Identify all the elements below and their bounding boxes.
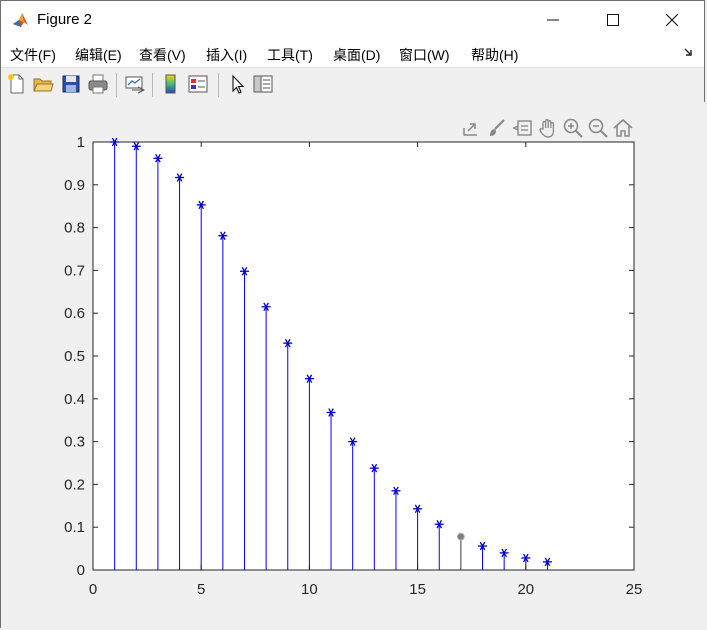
link-plot-icon[interactable] (124, 73, 146, 95)
y-tick-label: 0 (77, 562, 85, 579)
open-property-inspector-icon[interactable] (252, 73, 274, 95)
toolbar-separator (218, 73, 219, 97)
maximize-button[interactable] (590, 1, 636, 39)
menu-insert[interactable]: 插入(I) (206, 45, 247, 65)
y-tick-label: 0.9 (64, 177, 85, 194)
axes-box (92, 141, 635, 571)
y-tick-label: 0.3 (64, 434, 85, 451)
figure-window: Figure 2 文件(F) 编辑(E) 查看(V) 插入(I) 工具(T) 桌… (0, 0, 706, 628)
corner-arrow-icon[interactable] (684, 47, 694, 57)
menu-window[interactable]: 窗口(W) (399, 45, 450, 65)
y-tick-label: 0.6 (64, 305, 85, 322)
y-tick-label: 0.1 (64, 519, 85, 536)
open-file-icon[interactable] (32, 73, 54, 95)
title-bar[interactable]: Figure 2 (1, 1, 704, 39)
figure-canvas[interactable]: 0 5 10 15 20 25 0 0.1 0.2 0.3 0.4 0.5 0.6 0.7 0.8 0.9 1 (1, 102, 706, 628)
menu-desktop[interactable]: 桌面(D) (333, 45, 380, 65)
x-tick-label: 15 (409, 581, 426, 598)
menu-bar: 文件(F) 编辑(E) 查看(V) 插入(I) 工具(T) 桌面(D) 窗口(W… (1, 39, 704, 67)
y-tick-label: 1 (77, 134, 85, 151)
new-figure-icon[interactable] (6, 73, 28, 95)
stem-marker-highlighted[interactable] (456, 532, 465, 541)
y-tick-label: 0.2 (64, 476, 85, 493)
menu-edit[interactable]: 编辑(E) (75, 45, 122, 65)
close-icon (665, 13, 679, 27)
minimize-icon (547, 19, 559, 21)
minimize-button[interactable] (530, 1, 576, 39)
insert-colorbar-icon[interactable] (160, 73, 182, 95)
window-title: Figure 2 (37, 11, 93, 28)
x-tick-label: 20 (517, 581, 534, 598)
y-tick-label: 0.8 (64, 220, 85, 237)
menu-tools[interactable]: 工具(T) (267, 45, 313, 65)
stem-plot[interactable]: 0 5 10 15 20 25 0 0.1 0.2 0.3 0.4 0.5 0.6 0.7 0.8 0.9 1 (1, 102, 706, 628)
matlab-logo-icon (11, 10, 31, 30)
edit-plot-icon[interactable] (226, 73, 248, 95)
y-tick-label: 0.4 (64, 391, 85, 408)
menu-view[interactable]: 查看(V) (139, 45, 186, 65)
toolbar-separator (116, 73, 117, 97)
save-icon[interactable] (60, 73, 82, 95)
x-tick-label: 0 (89, 581, 97, 598)
toolbar-separator (152, 73, 153, 97)
x-tick-label: 10 (301, 581, 318, 598)
x-tick-label: 5 (197, 581, 205, 598)
y-tick-label: 0.7 (64, 262, 85, 279)
x-tick-label: 25 (626, 581, 643, 598)
maximize-icon (607, 14, 619, 26)
menu-file[interactable]: 文件(F) (10, 45, 56, 65)
figure-toolbar (1, 67, 704, 103)
menu-help[interactable]: 帮助(H) (471, 45, 518, 65)
insert-legend-icon[interactable] (187, 73, 209, 95)
close-button[interactable] (649, 1, 695, 39)
y-tick-label: 0.5 (64, 348, 85, 365)
print-icon[interactable] (87, 73, 109, 95)
